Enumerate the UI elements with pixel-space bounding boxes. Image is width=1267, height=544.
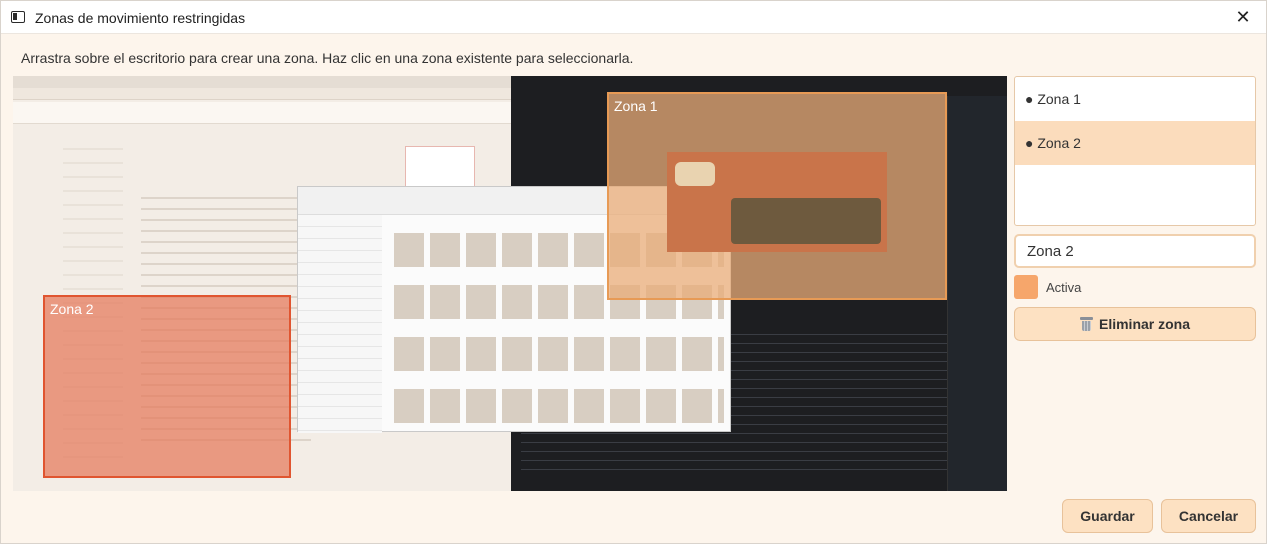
zone-label: Zona 1 [614,98,658,114]
active-label: Activa [1046,279,1082,295]
dialog-window: Zonas de movimiento restringidas ✕ Arras… [0,0,1267,544]
zone-1-region[interactable]: Zona 1 [607,92,947,300]
desktop-canvas[interactable]: Zona 1 Zona 2 [13,76,1007,491]
zone-list-item[interactable]: ● Zona 1 [1015,77,1255,121]
delete-zone-button[interactable]: Eliminar zona [1014,307,1256,341]
title-bar: Zonas de movimiento restringidas ✕ [1,1,1266,34]
zone-2-region[interactable]: Zona 2 [43,295,291,478]
active-checkbox[interactable] [1014,275,1038,299]
close-icon[interactable]: ✕ [1220,1,1266,34]
zone-list-item[interactable]: ● Zona 2 [1015,121,1255,165]
zone-list-item-label: ● Zona 1 [1025,91,1081,107]
zone-name-input[interactable] [1014,234,1256,268]
app-icon [11,11,25,23]
zone-label: Zona 2 [50,301,94,317]
zone-1-game-preview [667,152,887,252]
active-toggle-row: Activa [1014,275,1081,299]
cancel-button[interactable]: Cancelar [1161,499,1256,533]
delete-zone-label: Eliminar zona [1098,316,1191,332]
zone-list-item-label: ● Zona 2 [1025,135,1081,151]
instructions-text: Arrastra sobre el escritorio para crear … [21,50,634,66]
zone-list: ● Zona 1 ● Zona 2 [1014,76,1256,226]
trash-icon [1079,317,1093,331]
save-button[interactable]: Guardar [1062,499,1153,533]
window-title: Zonas de movimiento restringidas [35,10,246,26]
